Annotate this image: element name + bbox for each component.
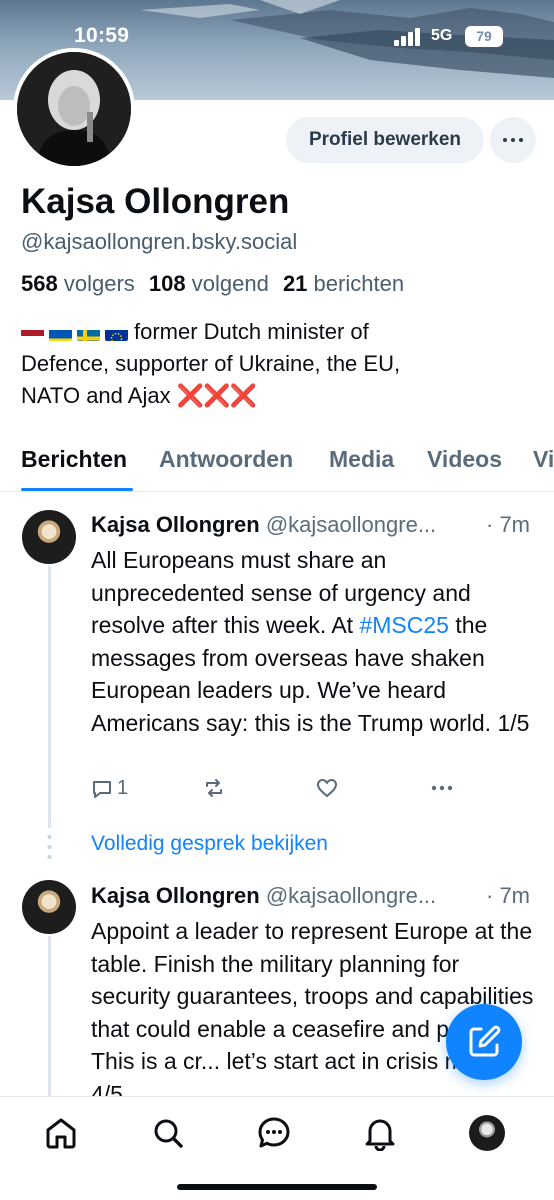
followers-count: 568 (21, 271, 58, 296)
more-icon (431, 785, 453, 791)
post-author-name: Kajsa Ollongren (91, 883, 260, 908)
compose-icon (469, 1025, 501, 1057)
home-icon[interactable] (43, 1115, 79, 1151)
tab-media[interactable]: Media (329, 446, 394, 473)
following-count: 108 (148, 271, 186, 296)
more-options-button[interactable] (490, 117, 536, 163)
bell-icon[interactable] (362, 1115, 398, 1151)
post-author[interactable]: Kajsa Ollongren @kajsaollongre... (91, 883, 436, 909)
search-icon[interactable] (150, 1115, 186, 1151)
reply-count: 1 (117, 777, 129, 799)
post-avatar[interactable] (22, 510, 76, 564)
profile-avatar[interactable] (13, 48, 135, 170)
posts-count: 21 (282, 271, 308, 296)
status-time: 10:59 (74, 24, 130, 47)
ukraine-flag-icon (49, 324, 72, 341)
profile-handle: @kajsaollongren.bsky.social (21, 229, 298, 254)
profile-stats: 568 volgers 108 volgend 21 berichten (21, 271, 404, 297)
followers-link[interactable]: 568 volgers (21, 271, 135, 296)
tab-videos[interactable]: Videos (427, 446, 502, 473)
like-button[interactable] (316, 777, 338, 799)
home-indicator (177, 1184, 377, 1190)
posts-count-link: 21 berichten (283, 271, 404, 296)
bio-line-3: NATO and Ajax (21, 383, 171, 408)
post-time[interactable]: · 7m (486, 512, 530, 538)
eu-flag-icon (105, 324, 128, 341)
signal-icon (394, 28, 420, 46)
profile-name: Kajsa Ollongren (21, 182, 290, 221)
reply-button[interactable]: 1 (91, 777, 128, 800)
bio-line-1: former Dutch minister of (134, 319, 369, 344)
profile-bio: former Dutch minister of Defence, suppor… (21, 316, 521, 412)
reply-icon (93, 780, 111, 798)
tab-berichten[interactable]: Berichten (21, 446, 127, 473)
post-author-name: Kajsa Ollongren (91, 512, 260, 537)
netherlands-flag-icon (21, 324, 44, 341)
sweden-flag-icon (77, 324, 100, 341)
cross-mark-emojis: ❌❌❌ (176, 383, 257, 408)
thread-dots (47, 835, 52, 859)
chat-icon[interactable] (256, 1115, 292, 1151)
repost-icon (206, 779, 222, 797)
followers-label: volgers (63, 271, 135, 296)
battery-icon: 79 (465, 26, 503, 47)
profile-avatar[interactable] (469, 1115, 505, 1151)
more-icon (503, 138, 523, 142)
hashtag-link[interactable]: #MSC25 (359, 612, 448, 638)
tab-more[interactable]: Vi (533, 446, 554, 473)
profile-tabs: Berichten Antwoorden Media Videos Vi (0, 430, 554, 492)
post-author-handle: @kajsaollongre... (265, 883, 437, 908)
post-author-handle: @kajsaollongre... (265, 512, 437, 537)
heart-icon (317, 779, 337, 797)
view-full-conversation-link[interactable]: Volledig gesprek bekijken (91, 832, 328, 856)
edit-profile-button[interactable]: Profiel bewerken (286, 117, 484, 163)
active-tab-indicator (21, 488, 133, 491)
repost-button[interactable] (203, 777, 225, 799)
post-avatar[interactable] (22, 880, 76, 934)
post-text[interactable]: All Europeans must share an unprecedente… (91, 544, 537, 739)
flag-emojis (21, 324, 128, 341)
following-link[interactable]: 108 volgend (149, 271, 269, 296)
compose-button[interactable] (446, 1004, 522, 1080)
following-label: volgend (191, 271, 269, 296)
tab-antwoorden[interactable]: Antwoorden (159, 446, 293, 473)
post-author[interactable]: Kajsa Ollongren @kajsaollongre... (91, 512, 436, 538)
post-time[interactable]: · 7m (486, 883, 530, 909)
thread-line (48, 936, 51, 1096)
network-type: 5G (431, 27, 453, 44)
profile-photo (17, 52, 131, 166)
post-more-button[interactable] (430, 777, 454, 799)
bio-line-2: Defence, supporter of Ukraine, the EU, (21, 351, 401, 376)
posts-label: berichten (313, 271, 405, 296)
thread-line (48, 566, 51, 828)
